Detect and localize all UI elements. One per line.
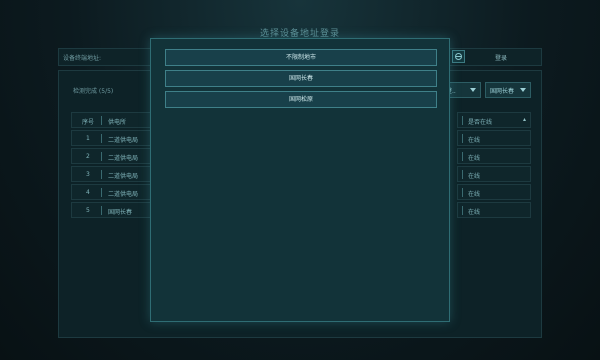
divider <box>462 152 463 161</box>
select-label: 国网长春 <box>490 88 515 95</box>
divider <box>101 134 102 143</box>
table-row-status[interactable]: 在线 <box>457 130 531 146</box>
table-row[interactable]: 1 二道供电局 <box>71 130 161 146</box>
table-row[interactable]: 4 二道供电局 <box>71 184 161 200</box>
divider <box>101 206 102 215</box>
city-select-modal: 不限制地市 国网长春 国网松原 <box>150 38 450 322</box>
scan-status: 检测完成 (5/5) <box>73 88 114 95</box>
filter-city-select[interactable]: 国网长春 <box>485 82 531 98</box>
row-name: 二道供电局 <box>108 155 139 162</box>
table-row[interactable]: 5 国网长春 <box>71 202 161 218</box>
table-row[interactable]: 3 二道供电局 <box>71 166 161 182</box>
divider <box>462 206 463 215</box>
table-row-status[interactable]: 在线 <box>457 166 531 182</box>
row-no: 3 <box>86 171 90 178</box>
row-name: 二道供电局 <box>108 191 139 198</box>
sort-caret-icon: ▴ <box>522 116 526 123</box>
divider <box>101 152 102 161</box>
search-icon[interactable] <box>452 50 465 63</box>
row-status: 在线 <box>468 209 481 216</box>
divider <box>462 134 463 143</box>
table-row-status[interactable]: 在线 <box>457 148 531 164</box>
chevron-down-icon <box>470 88 476 92</box>
row-name: 二道供电局 <box>108 137 139 144</box>
row-status: 在线 <box>468 173 481 180</box>
divider <box>462 116 463 125</box>
divider <box>101 116 102 125</box>
address-label: 设备终端地址: <box>63 55 102 62</box>
header-no: 序号 <box>82 119 95 126</box>
row-name: 国网长春 <box>108 209 133 216</box>
row-no: 5 <box>86 207 90 214</box>
chevron-down-icon <box>520 88 526 92</box>
table-row-status[interactable]: 在线 <box>457 202 531 218</box>
option-songyuan[interactable]: 国网松原 <box>165 91 437 108</box>
table-row[interactable]: 2 二道供电局 <box>71 148 161 164</box>
row-status: 在线 <box>468 137 481 144</box>
table-header: 序号 供电所 <box>71 112 161 128</box>
option-unrestricted-city[interactable]: 不限制地市 <box>165 49 437 66</box>
login-button[interactable]: 登录 <box>495 53 507 62</box>
table-row-status[interactable]: 在线 <box>457 184 531 200</box>
row-no: 1 <box>86 135 90 142</box>
row-name: 二道供电局 <box>108 173 139 180</box>
header-name: 供电所 <box>108 119 127 126</box>
row-no: 4 <box>86 189 90 196</box>
divider <box>101 170 102 179</box>
divider <box>462 170 463 179</box>
table-header-status[interactable]: 是否在线 ▴ <box>457 112 531 128</box>
row-no: 2 <box>86 153 90 160</box>
header-status: 是否在线 <box>468 119 493 126</box>
option-changchun[interactable]: 国网长春 <box>165 70 437 87</box>
row-status: 在线 <box>468 191 481 198</box>
divider <box>462 188 463 197</box>
row-status: 在线 <box>468 155 481 162</box>
divider <box>101 188 102 197</box>
